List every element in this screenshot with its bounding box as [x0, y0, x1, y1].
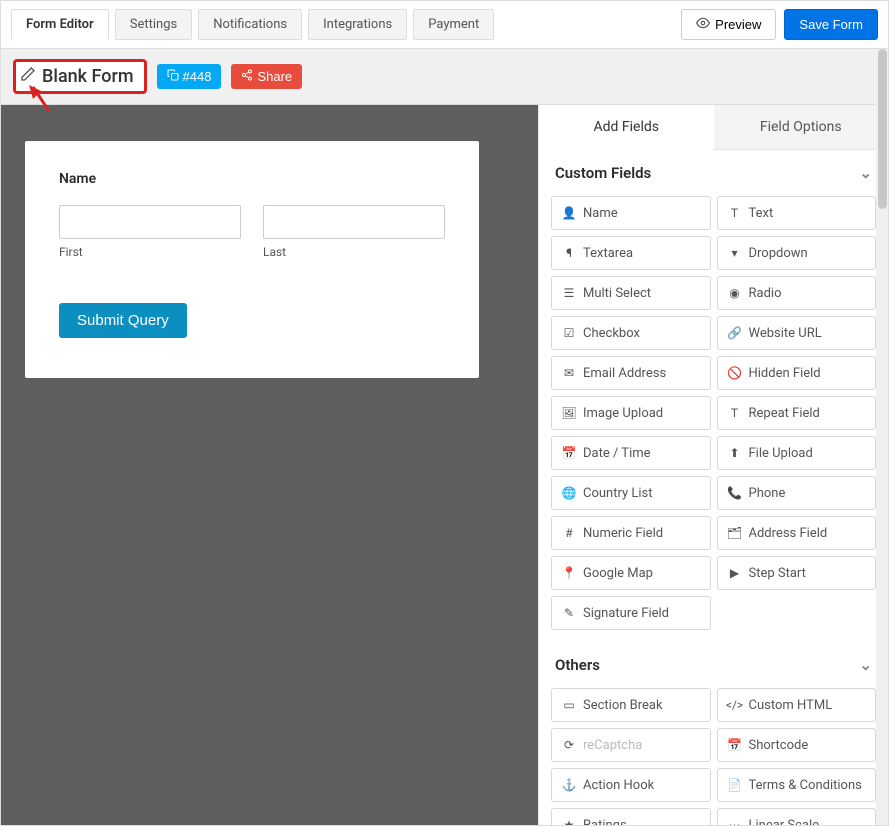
- field-multi-select[interactable]: ☰Multi Select: [551, 276, 711, 310]
- copy-icon: [167, 69, 179, 84]
- field-shortcode[interactable]: 📅Shortcode: [717, 728, 877, 762]
- tab-notifications[interactable]: Notifications: [198, 9, 302, 40]
- share-label: Share: [257, 69, 292, 84]
- pencil-icon: [20, 66, 36, 87]
- last-name-input[interactable]: [263, 205, 445, 239]
- field-website-url[interactable]: 🔗Website URL: [717, 316, 877, 350]
- scrollbar-thumb[interactable]: [878, 49, 887, 209]
- form-title: Blank Form: [42, 66, 134, 87]
- hash-icon: #: [562, 526, 576, 540]
- ellipsis-icon: ⋯: [728, 818, 742, 825]
- eye-slash-icon: 🚫: [728, 366, 742, 380]
- field-radio[interactable]: ◉Radio: [717, 276, 877, 310]
- field-custom-html[interactable]: </>Custom HTML: [717, 688, 877, 722]
- radio-icon: ◉: [728, 286, 742, 300]
- field-signature-field[interactable]: ✎Signature Field: [551, 596, 711, 630]
- tab-integrations[interactable]: Integrations: [308, 9, 407, 40]
- map-pin-icon: 📍: [562, 566, 576, 580]
- field-phone[interactable]: 📞Phone: [717, 476, 877, 510]
- form-canvas: Name First Last Submit Query: [1, 105, 538, 825]
- field-checkbox[interactable]: ☑Checkbox: [551, 316, 711, 350]
- field-text[interactable]: TText: [717, 196, 877, 230]
- field-terms-conditions[interactable]: 📄Terms & Conditions: [717, 768, 877, 802]
- section-custom-fields-label: Custom Fields: [555, 164, 651, 182]
- link-icon: 🔗: [728, 326, 742, 340]
- save-form-button[interactable]: Save Form: [784, 9, 878, 40]
- field-dropdown[interactable]: ▾Dropdown: [717, 236, 877, 270]
- section-others-label: Others: [555, 656, 600, 674]
- field-textarea[interactable]: ¶Textarea: [551, 236, 711, 270]
- paragraph-icon: ¶: [562, 246, 576, 260]
- top-bar: Form Editor Settings Notifications Integ…: [1, 1, 888, 49]
- form-card: Name First Last Submit Query: [25, 141, 479, 378]
- chevron-down-icon: ⌄: [859, 656, 872, 674]
- field-numeric-field[interactable]: #Numeric Field: [551, 516, 711, 550]
- sidebar: Add Fields Field Options Custom Fields ⌄…: [538, 105, 888, 825]
- text-icon: T: [728, 206, 742, 220]
- first-name-input[interactable]: [59, 205, 241, 239]
- step-icon: ▶: [728, 566, 742, 580]
- image-icon: 🖼: [562, 406, 576, 420]
- field-step-start[interactable]: ▶Step Start: [717, 556, 877, 590]
- side-tab-field-options[interactable]: Field Options: [714, 105, 889, 149]
- main-tabs: Form Editor Settings Notifications Integ…: [11, 9, 494, 40]
- field-name[interactable]: 👤Name: [551, 196, 711, 230]
- section-custom-fields[interactable]: Custom Fields ⌄: [539, 150, 888, 192]
- field-action-hook[interactable]: ⚓Action Hook: [551, 768, 711, 802]
- field-address-field[interactable]: 🗂Address Field: [717, 516, 877, 550]
- tab-settings[interactable]: Settings: [115, 9, 192, 40]
- field-file-upload[interactable]: ⬆File Upload: [717, 436, 877, 470]
- field-recaptcha[interactable]: ⟳reCaptcha: [551, 728, 711, 762]
- field-date-time[interactable]: 📅Date / Time: [551, 436, 711, 470]
- field-email-address[interactable]: ✉Email Address: [551, 356, 711, 390]
- field-repeat-field[interactable]: TRepeat Field: [717, 396, 877, 430]
- field-google-map[interactable]: 📍Google Map: [551, 556, 711, 590]
- tab-payment[interactable]: Payment: [413, 9, 494, 40]
- phone-icon: 📞: [728, 486, 742, 500]
- file-icon: 📄: [728, 778, 742, 792]
- field-image-upload[interactable]: 🖼Image Upload: [551, 396, 711, 430]
- eye-icon: [696, 16, 710, 33]
- tab-form-editor[interactable]: Form Editor: [11, 9, 109, 40]
- field-country-list[interactable]: 🌐Country List: [551, 476, 711, 510]
- upload-icon: ⬆: [728, 446, 742, 460]
- checkbox-icon: ☑: [562, 326, 576, 340]
- section-others[interactable]: Others ⌄: [539, 642, 888, 684]
- calendar-alt-icon: 📅: [728, 738, 742, 752]
- field-linear-scale[interactable]: ⋯Linear Scale: [717, 808, 877, 825]
- field-hidden-field[interactable]: 🚫Hidden Field: [717, 356, 877, 390]
- field-ratings[interactable]: ★Ratings: [551, 808, 711, 825]
- scrollbar-track[interactable]: [876, 49, 888, 825]
- form-id-button[interactable]: #448: [157, 64, 222, 89]
- list-icon: ☰: [562, 286, 576, 300]
- calendar-icon: 📅: [562, 446, 576, 460]
- chevron-down-icon: ⌄: [859, 164, 872, 182]
- submit-button[interactable]: Submit Query: [59, 303, 187, 338]
- first-name-caption: First: [59, 245, 241, 259]
- side-tab-add-fields[interactable]: Add Fields: [539, 105, 714, 150]
- form-id-label: #448: [183, 69, 212, 84]
- name-field-label: Name: [59, 171, 445, 187]
- globe-icon: 🌐: [562, 486, 576, 500]
- preview-label: Preview: [715, 17, 761, 32]
- sub-bar: Blank Form #448 Share: [1, 49, 888, 105]
- last-name-caption: Last: [263, 245, 445, 259]
- recaptcha-icon: ⟳: [562, 738, 576, 752]
- envelope-icon: ✉: [562, 366, 576, 380]
- columns-icon: ▭: [562, 698, 576, 712]
- anchor-icon: ⚓: [562, 778, 576, 792]
- caret-down-icon: ▾: [728, 246, 742, 260]
- text-width-icon: T: [728, 406, 742, 420]
- user-icon: 👤: [562, 206, 576, 220]
- star-icon: ★: [562, 818, 576, 825]
- share-icon: [241, 69, 253, 84]
- address-card-icon: 🗂: [728, 526, 742, 540]
- share-button[interactable]: Share: [231, 64, 302, 89]
- field-section-break[interactable]: ▭Section Break: [551, 688, 711, 722]
- code-icon: </>: [728, 698, 742, 712]
- preview-button[interactable]: Preview: [681, 9, 776, 40]
- form-title-box[interactable]: Blank Form: [13, 59, 147, 94]
- pencil-square-icon: ✎: [562, 606, 576, 620]
